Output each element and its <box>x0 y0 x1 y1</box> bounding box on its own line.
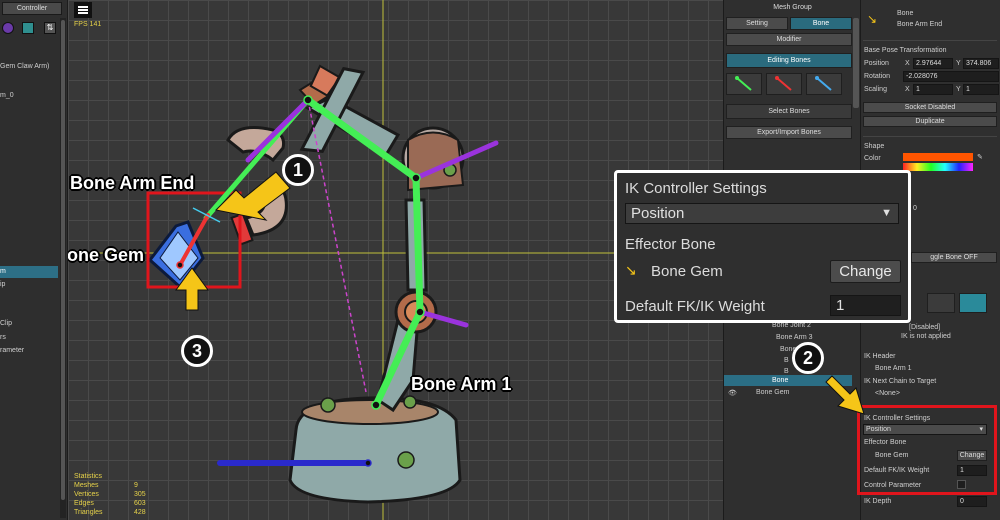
stat-row: Vertices 305 <box>74 491 146 498</box>
sort-icon[interactable]: ⇅ <box>44 22 56 34</box>
position-x-field[interactable]: 2.97644 <box>913 58 953 69</box>
ik-header-value: Bone Arm 1 <box>875 365 912 372</box>
bone-select-tool[interactable] <box>726 73 762 95</box>
ik-disabled-label: [Disabled] <box>909 324 941 331</box>
popup-weight-field[interactable]: 1 <box>830 295 901 316</box>
y-label: Y <box>956 86 961 93</box>
ik-tool-icon[interactable] <box>927 293 955 313</box>
export-import-bones-button[interactable]: Export/Import Bones <box>726 126 852 139</box>
fps-counter: FPS 141 <box>74 21 102 28</box>
position-y-field[interactable]: 374.806 <box>963 58 999 69</box>
hierarchy-item[interactable]: Gem Claw Arm) <box>0 63 49 70</box>
ik-next-label: IK Next Chain to Target <box>864 378 937 385</box>
popup-effector-label: Effector Bone <box>625 236 716 253</box>
eye-icon[interactable]: 👁 <box>728 389 737 397</box>
scale-x-field[interactable]: 1 <box>913 84 953 95</box>
hierarchy-item[interactable]: ip <box>0 281 5 288</box>
rotation-label: Rotation <box>864 73 891 80</box>
bone-link-tool[interactable] <box>806 73 842 95</box>
tree-item[interactable]: B <box>784 357 789 364</box>
stat-row: Triangles 428 <box>74 509 146 516</box>
panel-title: Mesh Group <box>773 4 812 11</box>
scrollbar-thumb[interactable] <box>61 20 65 500</box>
toggle-bone-button[interactable]: ggle Bone OFF <box>911 252 997 263</box>
bone-name: Bone Arm End <box>897 21 943 28</box>
color-palette[interactable] <box>903 163 973 171</box>
step-badge-1: 1 <box>282 154 314 186</box>
base-pose-label: Base Pose Transformation <box>864 47 947 54</box>
socket-disabled-button[interactable]: Socket Disabled <box>863 102 997 113</box>
scrollbar[interactable] <box>853 18 859 108</box>
hierarchy-item[interactable]: m <box>0 268 6 275</box>
tree-item[interactable]: Bone Joint 2 <box>772 322 811 329</box>
statistics-panel: Statistics Meshes 9 Vertices 305 Edges 603 … <box>74 472 146 517</box>
bone-icon: ↘ <box>867 12 878 26</box>
label-bone-gem: Bone Gem <box>68 245 145 265</box>
bone-header: Bone <box>897 10 914 17</box>
shape-label: Shape <box>864 143 885 150</box>
statistics-title: Statistics <box>74 473 103 480</box>
tree-item[interactable]: Bone Arm 3 <box>776 334 813 341</box>
popup-change-button[interactable]: Change <box>830 260 901 283</box>
eyedropper-icon[interactable]: ✎ <box>977 153 983 161</box>
stat-row: Edges 603 <box>74 500 146 507</box>
menu-button[interactable] <box>74 2 92 18</box>
label-bone-arm-1: Bone Arm 1 <box>411 374 512 394</box>
tree-item[interactable]: Bone Gem <box>756 389 789 396</box>
ik-status: IK is not applied <box>901 333 951 340</box>
popup-bone-icon: ↘ <box>625 262 637 278</box>
selection-highlight <box>0 266 58 278</box>
color-label: Color <box>864 155 881 162</box>
ik-settings-callout: IK Controller Settings Position ▼ Effecto… <box>614 170 911 323</box>
y-label: Y <box>956 60 961 67</box>
circle-tool-icon[interactable] <box>2 22 14 34</box>
ik-tool-active-icon[interactable] <box>959 293 987 313</box>
tree-item[interactable]: Bone <box>772 377 788 384</box>
controller-tab[interactable]: Controller <box>2 2 62 15</box>
stat-row: Meshes 9 <box>74 482 138 489</box>
ik-depth-field[interactable]: 0 <box>957 496 987 507</box>
ik-next-value: <None> <box>875 390 900 397</box>
rotation-field[interactable]: -2.028076 <box>903 71 999 82</box>
hierarchy-item[interactable]: rs <box>0 334 6 341</box>
label-bone-arm-end: Bone Arm End <box>70 173 195 193</box>
ik-depth-label: IK Depth <box>864 498 892 505</box>
scale-y-field[interactable]: 1 <box>963 84 999 95</box>
popup-effector-value: Bone Gem <box>651 263 723 280</box>
figure-tool-icon[interactable] <box>22 22 34 34</box>
hierarchy-item[interactable]: rameter <box>0 347 24 354</box>
popup-title: IK Controller Settings <box>625 180 767 197</box>
tree-item[interactable]: B <box>784 368 789 375</box>
tab-bone[interactable]: Bone <box>790 17 852 30</box>
ik-header-label: IK Header <box>864 353 896 360</box>
hierarchy-panel: Controller ⇅ Gem Claw Arm) m_0 m ip Clip… <box>0 0 68 520</box>
rock-base <box>288 395 462 504</box>
step-badge-3: 3 <box>181 335 213 367</box>
color-swatch[interactable] <box>903 153 973 161</box>
modifier-button[interactable]: Modifier <box>726 33 852 46</box>
partial-value: 0 <box>913 205 917 212</box>
hierarchy-item[interactable]: Clip <box>0 320 12 327</box>
popup-weight-label: Default FK/IK Weight <box>625 298 765 315</box>
hierarchy-item[interactable]: m_0 <box>0 92 14 99</box>
step-badge-2: 2 <box>792 342 824 374</box>
position-label: Position <box>864 60 889 67</box>
bone-add-tool[interactable] <box>766 73 802 95</box>
popup-mode-dropdown[interactable]: Position ▼ <box>625 203 899 224</box>
tab-setting[interactable]: Setting <box>726 17 788 30</box>
arrow-2-icon <box>825 375 865 415</box>
select-bones-button[interactable]: Select Bones <box>726 104 852 119</box>
ik-settings-highlight <box>857 405 997 495</box>
x-label: X <box>905 86 910 93</box>
duplicate-button[interactable]: Duplicate <box>863 116 997 127</box>
scaling-label: Scaling <box>864 86 887 93</box>
editing-bones-button[interactable]: Editing Bones <box>726 53 852 68</box>
x-label: X <box>905 60 910 67</box>
